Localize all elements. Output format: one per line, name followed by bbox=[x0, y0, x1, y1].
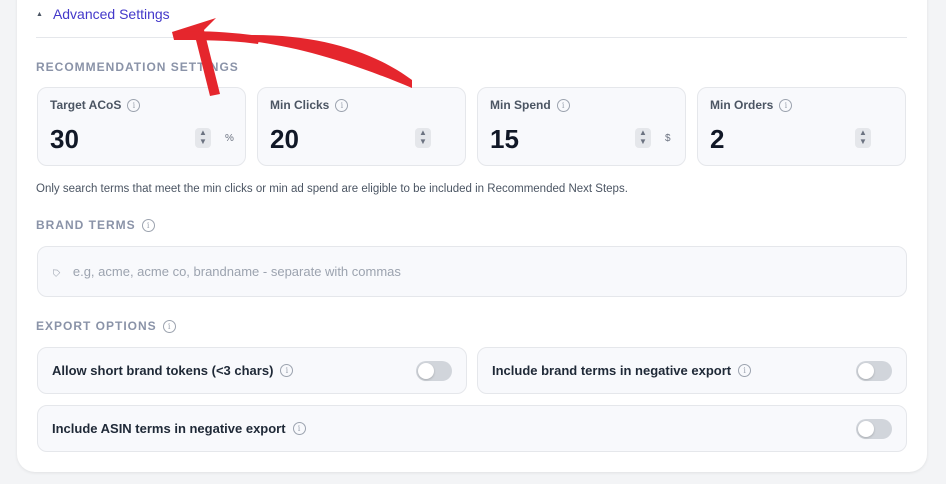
info-icon[interactable]: i bbox=[779, 98, 793, 112]
dollar-unit: $ bbox=[665, 133, 671, 144]
advanced-settings-title: Advanced Settings bbox=[52, 6, 170, 22]
info-icon[interactable]: i bbox=[280, 364, 294, 377]
min-spend-value[interactable]: 15 bbox=[490, 124, 519, 155]
info-icon[interactable]: i bbox=[127, 98, 141, 112]
percent-unit: % bbox=[225, 133, 234, 144]
asin-terms-negative-option: Include ASIN terms in negative export i bbox=[37, 405, 907, 452]
eligibility-note: Only search terms that meet the min clic… bbox=[36, 183, 628, 195]
brand-terms-negative-option: Include brand terms in negative export i bbox=[477, 347, 907, 394]
brand-terms-input[interactable] bbox=[70, 263, 855, 280]
caret-up-icon: ▲ bbox=[36, 10, 43, 18]
min-spend-field[interactable]: Min Spend i 15 ▲ ▼ $ bbox=[477, 87, 686, 166]
short-brand-tokens-option: Allow short brand tokens (<3 chars) i bbox=[37, 347, 467, 394]
advanced-settings-toggle[interactable]: ▲ Advanced Settings bbox=[36, 6, 170, 22]
short-brand-tokens-label: Allow short brand tokens (<3 chars) bbox=[52, 363, 274, 378]
annotation-arrow-icon bbox=[172, 18, 412, 96]
info-icon[interactable]: i bbox=[556, 98, 570, 112]
export-options-label: EXPORT OPTIONS i bbox=[36, 319, 176, 333]
brand-terms-field[interactable]: ⌂ bbox=[37, 246, 907, 297]
brand-terms-label: BRAND TERMS i bbox=[36, 218, 155, 232]
min-clicks-value[interactable]: 20 bbox=[270, 124, 299, 155]
info-icon[interactable]: i bbox=[162, 319, 176, 333]
info-icon[interactable]: i bbox=[141, 218, 155, 232]
stepper-icon[interactable]: ▲ ▼ bbox=[855, 128, 871, 148]
stepper-icon[interactable]: ▲ ▼ bbox=[195, 128, 211, 148]
min-orders-field[interactable]: Min Orders i 2 ▲ ▼ bbox=[697, 87, 906, 166]
min-orders-value[interactable]: 2 bbox=[710, 124, 724, 155]
brand-terms-negative-label: Include brand terms in negative export bbox=[492, 363, 732, 378]
stepper-icon[interactable]: ▲ ▼ bbox=[635, 128, 651, 148]
info-icon[interactable]: i bbox=[292, 422, 306, 435]
asin-terms-negative-label: Include ASIN terms in negative export bbox=[52, 421, 286, 436]
brand-terms-negative-toggle[interactable] bbox=[856, 361, 892, 381]
info-icon[interactable]: i bbox=[738, 364, 752, 377]
target-acos-value[interactable]: 30 bbox=[50, 124, 79, 155]
target-acos-label: Target ACoS bbox=[50, 98, 122, 112]
toggle-knob bbox=[858, 421, 874, 437]
min-spend-label: Min Spend bbox=[490, 98, 551, 112]
toggle-knob bbox=[858, 363, 874, 379]
asin-terms-negative-toggle[interactable] bbox=[856, 419, 892, 439]
short-brand-tokens-toggle[interactable] bbox=[416, 361, 452, 381]
min-orders-label: Min Orders bbox=[710, 98, 774, 112]
stepper-icon[interactable]: ▲ ▼ bbox=[415, 128, 431, 148]
toggle-knob bbox=[418, 363, 434, 379]
tag-icon: ⌂ bbox=[46, 263, 64, 280]
